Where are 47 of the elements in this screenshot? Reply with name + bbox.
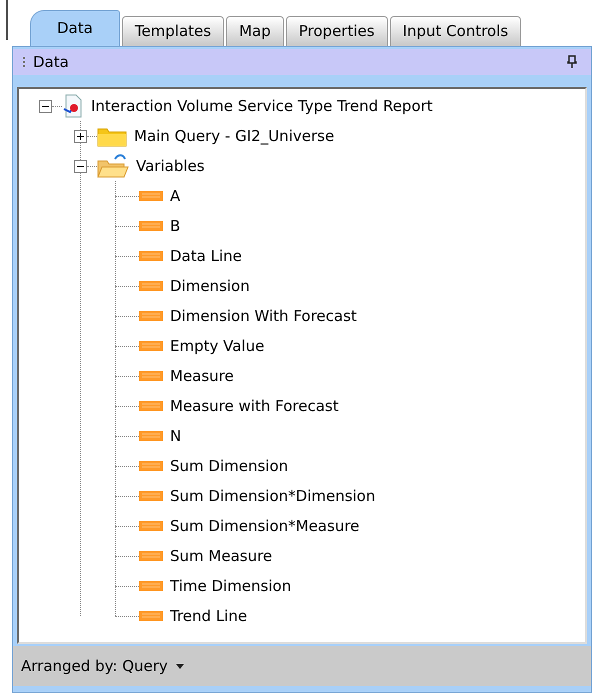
tree-item[interactable]: Variables <box>136 154 205 178</box>
tree-item[interactable]: Main Query - GI2_Universe <box>134 124 334 148</box>
tree-item[interactable]: A <box>170 184 180 208</box>
variable-icon <box>139 581 163 591</box>
pin-icon[interactable] <box>567 55 577 69</box>
tab[interactable]: Properties <box>286 16 388 46</box>
variable-icon <box>139 551 163 561</box>
open-folder-icon <box>97 153 129 179</box>
variable-icon <box>139 401 163 411</box>
variable-icon <box>139 311 163 321</box>
tree-item[interactable]: N <box>170 424 182 448</box>
variable-icon <box>139 461 163 471</box>
variable-icon <box>139 371 163 381</box>
variable-icon <box>139 341 163 351</box>
panel-title: Data <box>33 52 69 73</box>
tree-item[interactable]: Data Line <box>170 244 242 268</box>
tree-item[interactable]: B <box>170 214 180 238</box>
tree-item[interactable]: Sum Dimension <box>170 454 288 478</box>
report-icon <box>62 94 84 118</box>
tree-item[interactable]: Dimension <box>170 274 250 298</box>
tab[interactable]: Input Controls <box>390 16 522 46</box>
variable-icon <box>139 611 163 621</box>
variable-icon <box>139 221 163 231</box>
tab[interactable]: Templates <box>122 16 224 46</box>
variable-icon <box>139 491 163 501</box>
arrange-dropdown[interactable]: Arranged by: Query <box>21 654 184 678</box>
collapse-toggle[interactable] <box>74 160 87 172</box>
tree-item[interactable]: Time Dimension <box>170 574 292 598</box>
tree-item[interactable]: Interaction Volume Service Type Trend Report <box>91 94 433 118</box>
tree-item[interactable]: Sum Dimension*Dimension <box>170 484 376 508</box>
tree-item[interactable]: Empty Value <box>170 334 264 358</box>
tree-item[interactable]: Sum Measure <box>170 544 272 568</box>
collapse-toggle[interactable] <box>39 100 52 112</box>
variable-icon <box>139 191 163 201</box>
variable-icon <box>139 521 163 531</box>
tree-item[interactable]: Measure <box>170 364 234 388</box>
variable-icon <box>139 431 163 441</box>
expand-toggle[interactable] <box>74 130 87 142</box>
tab[interactable]: Map <box>226 16 284 46</box>
tab[interactable]: Data <box>30 10 120 46</box>
variable-icon <box>139 251 163 261</box>
caret-icon <box>176 664 184 668</box>
tree-item[interactable]: Trend Line <box>170 604 248 628</box>
tree-item[interactable]: Measure with Forecast <box>170 394 339 418</box>
tree-item[interactable]: Dimension With Forecast <box>170 304 357 328</box>
variable-icon <box>139 281 163 291</box>
tree-item[interactable]: Sum Dimension*Measure <box>170 514 360 538</box>
